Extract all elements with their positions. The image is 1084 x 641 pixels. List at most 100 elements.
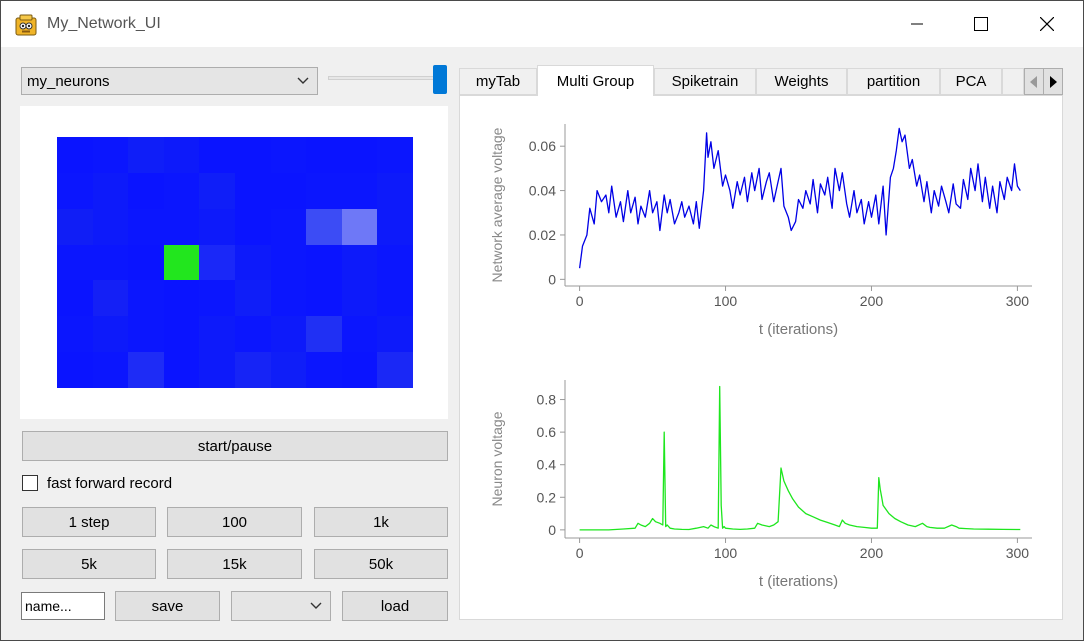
neuron-cell[interactable] bbox=[270, 352, 307, 388]
title-bar[interactable]: My_Network_UI bbox=[1, 1, 1083, 47]
neuron-cell[interactable] bbox=[270, 244, 307, 281]
neuron-cell[interactable] bbox=[234, 172, 271, 209]
neuron-cell[interactable] bbox=[377, 137, 413, 173]
neuron-cell[interactable] bbox=[128, 280, 164, 317]
neuron-cell[interactable] bbox=[57, 316, 93, 353]
neuron-cell[interactable] bbox=[341, 208, 378, 245]
neuron-cell[interactable] bbox=[234, 244, 271, 281]
step-15k-button[interactable]: 15k bbox=[167, 549, 302, 579]
neuron-cell[interactable] bbox=[377, 280, 413, 317]
neuron-cell[interactable] bbox=[92, 352, 129, 388]
neuron-cell[interactable] bbox=[163, 316, 200, 353]
neuron-cell[interactable] bbox=[270, 137, 307, 173]
neuron-cell[interactable] bbox=[57, 280, 93, 317]
neuron-cell[interactable] bbox=[199, 352, 235, 388]
neuron-cell[interactable] bbox=[306, 244, 342, 281]
name-input[interactable]: name... bbox=[21, 592, 105, 620]
neuron-cell[interactable] bbox=[270, 208, 307, 245]
neuron-cell[interactable] bbox=[341, 352, 378, 388]
neuron-cell[interactable] bbox=[57, 208, 93, 245]
neuron-cell[interactable] bbox=[341, 280, 378, 317]
neuron-cell[interactable] bbox=[92, 137, 129, 173]
neuron-cell[interactable] bbox=[270, 172, 307, 209]
neuron-cell[interactable] bbox=[163, 172, 200, 209]
neuron-cell[interactable] bbox=[341, 137, 378, 173]
neuron-cell[interactable] bbox=[57, 244, 93, 281]
neuron-cell[interactable] bbox=[92, 172, 129, 209]
neuron-cell[interactable] bbox=[234, 280, 271, 317]
neuron-cell[interactable] bbox=[377, 208, 413, 245]
speed-slider-handle[interactable] bbox=[433, 65, 447, 94]
neuron-cell[interactable] bbox=[57, 352, 93, 388]
neuron-cell[interactable] bbox=[199, 316, 235, 353]
tab-scroll-left-button[interactable] bbox=[1024, 68, 1044, 95]
neuron-cell[interactable] bbox=[234, 137, 271, 173]
neuron-cell[interactable] bbox=[128, 172, 164, 209]
step-1-button[interactable]: 1 step bbox=[22, 507, 156, 537]
speed-slider-track[interactable] bbox=[328, 76, 434, 80]
step-1k-button[interactable]: 1k bbox=[314, 507, 448, 537]
neuron-cell[interactable] bbox=[306, 172, 342, 209]
load-button[interactable]: load bbox=[342, 591, 448, 621]
tab-spiketrain[interactable]: Spiketrain bbox=[654, 68, 756, 95]
tab-mytab[interactable]: myTab bbox=[459, 68, 537, 95]
neuron-cell[interactable] bbox=[57, 172, 93, 209]
neuron-cell[interactable] bbox=[163, 280, 200, 317]
neuron-cell[interactable] bbox=[128, 352, 164, 388]
neuron-cell[interactable] bbox=[377, 352, 413, 388]
neuron-cell[interactable] bbox=[199, 244, 235, 281]
neuron-cell[interactable] bbox=[306, 208, 342, 245]
neuron-cell[interactable] bbox=[306, 280, 342, 317]
neuron-cell[interactable] bbox=[163, 352, 200, 388]
neuron-cell[interactable] bbox=[92, 208, 129, 245]
neuron-cell[interactable] bbox=[377, 244, 413, 281]
neuron-cell[interactable] bbox=[199, 280, 235, 317]
tab-multi-group[interactable]: Multi Group bbox=[537, 65, 654, 96]
step-5k-button[interactable]: 5k bbox=[22, 549, 156, 579]
neuron-cell[interactable] bbox=[234, 208, 271, 245]
neuron-cell[interactable] bbox=[199, 137, 235, 173]
neuron-cell[interactable] bbox=[57, 137, 93, 173]
neuron-cell[interactable] bbox=[128, 208, 164, 245]
neuron-cell[interactable] bbox=[377, 316, 413, 353]
neuron-group-select[interactable]: my_neurons bbox=[21, 67, 318, 95]
neuron-cell[interactable] bbox=[377, 172, 413, 209]
maximize-button[interactable] bbox=[951, 1, 1011, 47]
minimize-button[interactable] bbox=[887, 1, 947, 47]
neuron-cell[interactable] bbox=[306, 352, 342, 388]
neuron-cell[interactable] bbox=[92, 280, 129, 317]
neuron-cell[interactable] bbox=[92, 316, 129, 353]
tab-partition[interactable]: partition bbox=[847, 68, 940, 95]
neuron-cell[interactable] bbox=[163, 137, 200, 173]
neuron-cell[interactable] bbox=[341, 316, 378, 353]
neuron-cell[interactable] bbox=[306, 137, 342, 173]
tab-weights[interactable]: Weights bbox=[756, 68, 847, 95]
tab-pca[interactable]: PCA bbox=[940, 68, 1002, 95]
save-button[interactable]: save bbox=[115, 591, 220, 621]
neuron-cell[interactable] bbox=[199, 208, 235, 245]
neuron-cell[interactable] bbox=[163, 208, 200, 245]
neuron-cell[interactable] bbox=[128, 137, 164, 173]
neuron-cell[interactable] bbox=[92, 244, 129, 281]
neuron-cell[interactable] bbox=[128, 244, 164, 281]
neuron-cell[interactable] bbox=[199, 172, 235, 209]
x-axis-label: t (iterations) bbox=[759, 573, 838, 590]
neuron-heatmap[interactable] bbox=[57, 137, 413, 388]
neuron-cell[interactable] bbox=[270, 280, 307, 317]
neuron-cell[interactable] bbox=[341, 172, 378, 209]
fast-forward-checkbox[interactable] bbox=[22, 475, 38, 491]
file-select[interactable] bbox=[231, 591, 331, 621]
close-button[interactable] bbox=[1017, 1, 1077, 47]
tab-scroll-right-button[interactable] bbox=[1043, 68, 1063, 95]
neuron-cell[interactable] bbox=[163, 244, 200, 281]
step-100-button[interactable]: 100 bbox=[167, 507, 302, 537]
neuron-cell[interactable] bbox=[306, 316, 342, 353]
neuron-cell[interactable] bbox=[234, 316, 271, 353]
step-50k-button[interactable]: 50k bbox=[314, 549, 448, 579]
neuron-cell[interactable] bbox=[128, 316, 164, 353]
start-pause-button[interactable]: start/pause bbox=[22, 431, 448, 461]
neuron-cell[interactable] bbox=[270, 316, 307, 353]
minimize-icon bbox=[911, 23, 923, 25]
neuron-cell[interactable] bbox=[234, 352, 271, 388]
neuron-cell[interactable] bbox=[341, 244, 378, 281]
